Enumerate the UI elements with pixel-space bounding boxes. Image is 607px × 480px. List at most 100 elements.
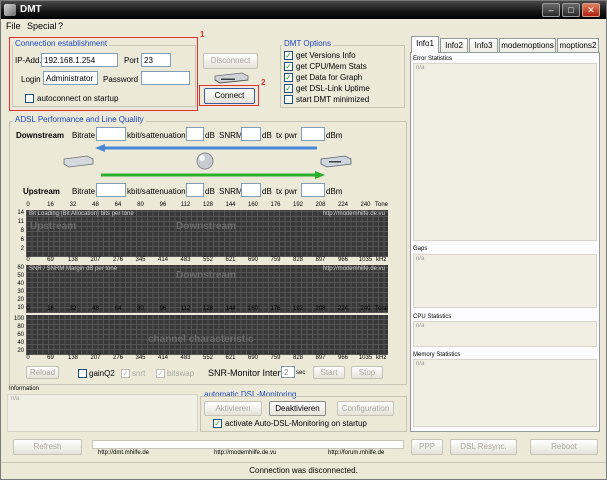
adsl-group-title: ADSL Performance and Line Quality: [13, 115, 146, 124]
close-icon[interactable]: ✕: [582, 3, 600, 17]
maximize-icon[interactable]: □: [562, 3, 580, 17]
upstream-dbm-label: dBm: [326, 187, 343, 196]
footer-url-forum[interactable]: http://forum.mhilfe.de: [328, 450, 384, 456]
port-field[interactable]: 23: [141, 53, 171, 67]
y-tick: 2: [20, 246, 24, 252]
menu-special[interactable]: Special: [27, 21, 57, 31]
downstream-snrm-field: [241, 127, 261, 141]
y-tick: 11: [17, 219, 24, 225]
ip-address-field[interactable]: 192.168.1.254: [41, 53, 118, 67]
dsl-uptime-checkbox[interactable]: ✓: [284, 84, 293, 93]
downstream-dbm-label: dBm: [326, 131, 343, 140]
downstream-label: Downstream: [16, 131, 65, 140]
memory-statistics-title: Memory Statistics: [413, 352, 461, 358]
deactivate-button[interactable]: Deaktivieren: [269, 401, 326, 416]
ppp-button[interactable]: PPP: [411, 439, 443, 455]
upstream-txpwr-field: [301, 183, 325, 197]
cpu-mem-label: get CPU/Mem Stats: [296, 62, 367, 71]
bitswap-checkbox[interactable]: ✓: [156, 369, 165, 378]
upstream-snrm-db-label: dB: [262, 187, 272, 196]
cpu-statistics-box: n/a: [413, 321, 597, 347]
autoconnect-checkbox[interactable]: [25, 94, 34, 103]
auto-dsl-startup-label: activate Auto-DSL-Monitoring on startup: [225, 419, 367, 428]
annotation-label-2: 2: [261, 78, 266, 87]
disconnect-button[interactable]: Disconnect: [203, 53, 258, 69]
tab-info2[interactable]: Info2: [440, 38, 468, 52]
upstream-snrm-label: SNRM: [219, 187, 243, 196]
channel-characteristic-plot: channel characteristic: [26, 315, 388, 355]
downstream-db-label: dB: [205, 131, 215, 140]
snr-interval-field[interactable]: 2: [281, 366, 295, 378]
upstream-db-label: dB: [205, 187, 215, 196]
configuration-button[interactable]: Configuration: [337, 401, 394, 416]
bitswap-label: bitswap: [167, 369, 195, 378]
y-tick: 8: [20, 228, 24, 234]
start-minimized-checkbox[interactable]: [284, 95, 293, 104]
sec-label: sec: [296, 370, 306, 376]
plot-url: http://modemhilfe.de.vu: [322, 266, 385, 272]
password-field[interactable]: [141, 71, 190, 85]
menu-help[interactable]: ?: [58, 21, 63, 31]
graph-data-checkbox[interactable]: ✓: [284, 73, 293, 82]
upstream-bitrate-label: Bitrate: [72, 187, 96, 196]
ip-label: IP-Add.: [15, 56, 42, 65]
dmt-options-title: DMT Options: [282, 39, 333, 48]
snr-caption: SNR / SNRM Margin dB per tone: [29, 266, 118, 272]
start-minimized-label: start DMT minimized: [296, 95, 370, 104]
annotation-label-1: 1: [200, 30, 205, 39]
tab-info1[interactable]: Info1: [411, 36, 439, 53]
footer-url-dmt[interactable]: http://dmt.mhilfe.de: [98, 450, 149, 456]
footer-url-modemhilfe[interactable]: http://modemhilfe.de.vu: [214, 450, 276, 456]
downstream-attenuation-label: attenuation: [146, 131, 186, 140]
minimize-icon[interactable]: –: [542, 3, 560, 17]
auto-dsl-startup-checkbox[interactable]: ✓: [213, 419, 222, 428]
stop-button[interactable]: Stop: [351, 366, 383, 379]
login-field[interactable]: Administrator: [43, 71, 98, 85]
downstream-txpwr-field: [301, 127, 325, 141]
dmt-window: DMT – □ ✕ File Special ? 1 Connection es…: [0, 0, 607, 480]
gainq2-label: gainQ2: [89, 369, 115, 378]
reload-button[interactable]: Reload: [26, 366, 59, 379]
upstream-attenuation-label: attenuation: [146, 187, 186, 196]
versions-info-checkbox[interactable]: ✓: [284, 51, 293, 60]
tab-moptions2[interactable]: moptions2: [557, 38, 599, 52]
connect-button[interactable]: Connect: [204, 88, 255, 104]
snrt-checkbox[interactable]: ✓: [121, 369, 130, 378]
y-tick: 20: [17, 348, 24, 354]
tab-modemoptions[interactable]: modemoptions: [499, 38, 556, 52]
reboot-button[interactable]: Reboot: [530, 439, 598, 455]
gainq2-checkbox[interactable]: [78, 369, 87, 378]
password-label: Password: [103, 75, 139, 84]
downstream-kbits-label: kbit/s: [127, 131, 146, 140]
window-title: DMT: [20, 4, 42, 15]
khz-unit: kHz: [376, 355, 387, 361]
downstream-attenuation-field: [186, 127, 204, 141]
cpu-mem-checkbox[interactable]: ✓: [284, 62, 293, 71]
start-button[interactable]: Start: [313, 366, 345, 379]
line-diagram: [63, 143, 373, 183]
upstream-attenuation-field: [186, 183, 204, 197]
tab-info3[interactable]: Info3: [469, 38, 498, 52]
downstream-txpwr-label: tx pwr: [276, 131, 298, 140]
y-tick: 100: [13, 316, 24, 322]
error-statistics-title: Error Statistics: [413, 56, 453, 62]
bits-x-axis: 0 16 32 48 64 80 96 112 128 144 160 176 …: [23, 202, 393, 210]
progress-bar: [92, 440, 404, 449]
char-y-axis: 100 80 60 40 20: [11, 316, 24, 356]
bits-y-axis: 14 11 8 6 2: [11, 210, 24, 255]
menu-bar: File Special ?: [1, 19, 606, 33]
downstream-snrm-label: SNRM: [219, 131, 243, 140]
dsl-uptime-label: get DSL-Link Uptime: [296, 84, 370, 93]
status-text: Connection was disconnected.: [249, 466, 358, 475]
snr-y-axis: 60 50 40 30 20 10: [11, 265, 24, 311]
activate-button[interactable]: Aktivieren: [204, 401, 262, 416]
menu-file[interactable]: File: [6, 21, 21, 31]
upstream-txpwr-label: tx pwr: [276, 187, 298, 196]
gaps-title: Gaps: [413, 246, 428, 252]
downstream-bitrate-label: Bitrate: [72, 131, 96, 140]
dsl-resync-button[interactable]: DSL Resync.: [450, 439, 517, 455]
refresh-button[interactable]: Refresh: [13, 439, 82, 455]
y-tick: 50: [17, 273, 24, 279]
memory-statistics-box: n/a: [413, 359, 597, 427]
upstream-watermark: Upstream: [30, 221, 77, 232]
